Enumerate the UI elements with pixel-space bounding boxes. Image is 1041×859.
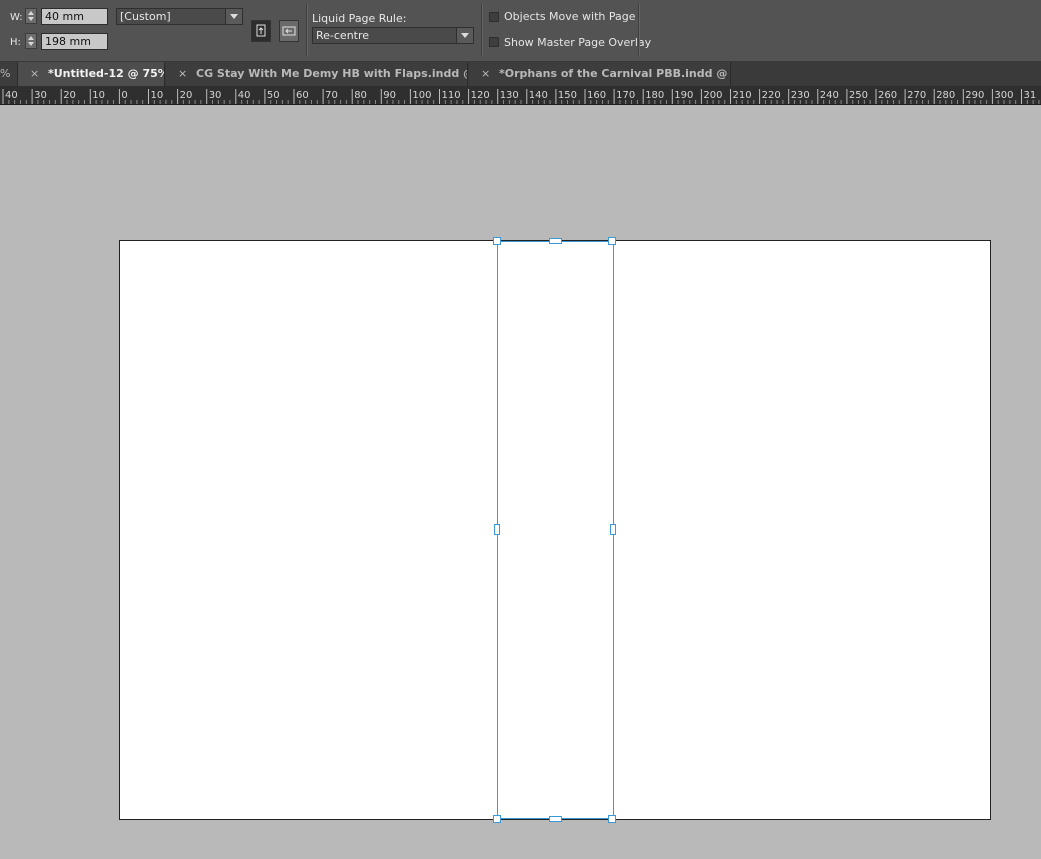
width-field[interactable]: 40 mm (41, 8, 108, 25)
ruler-ticks: 40 30 20 10 0 10 20 30 40 50 60 70 80 90 100 110 120 130 1… (2, 89, 1040, 104)
tab-partial[interactable]: % (0, 62, 18, 86)
ruler-label: 290 (965, 90, 984, 101)
portrait-orientation-button[interactable] (251, 20, 271, 42)
ruler-label: 170 (616, 90, 635, 101)
ruler-label: 50 (267, 90, 280, 101)
height-field[interactable]: 198 mm (41, 33, 108, 50)
ruler-label: 250 (849, 90, 868, 101)
ruler-label: 10 (92, 90, 105, 101)
resize-handle-bottom-middle[interactable] (549, 816, 562, 822)
ruler-label: 120 (471, 90, 490, 101)
ruler-label: 300 (994, 90, 1013, 101)
document-tab-bar: % × *Untitled-12 @ 75% × CG Stay With Me… (0, 62, 1041, 86)
liquid-page-rule-value: Re-centre (316, 29, 370, 42)
page-size-dropdown[interactable]: [Custom] (116, 8, 243, 25)
resize-handle-top-right[interactable] (608, 237, 616, 245)
ruler-label: 180 (645, 90, 664, 101)
ruler-label: 20 (63, 90, 76, 101)
tab-label: CG Stay With Me Demy HB with Flaps.indd … (196, 67, 467, 80)
ruler-label: 270 (907, 90, 926, 101)
objects-move-label: Objects Move with Page (504, 10, 636, 23)
ruler-label: 20 (180, 90, 193, 101)
resize-handle-bottom-left[interactable] (493, 815, 501, 823)
ruler-label: 31 (1024, 90, 1037, 101)
resize-handle-top-left[interactable] (493, 237, 501, 245)
ruler-label: 80 (354, 90, 367, 101)
ruler-label: 200 (703, 90, 722, 101)
ruler-label: 40 (238, 90, 251, 101)
tab-label: *Untitled-12 @ 75% (48, 67, 165, 80)
ruler-label: 110 (442, 90, 461, 101)
ruler-label: 230 (791, 90, 810, 101)
ruler-label: 60 (296, 90, 309, 101)
selected-page-frame[interactable] (497, 241, 614, 819)
chevron-down-icon (456, 28, 473, 43)
ruler-label: 240 (820, 90, 839, 101)
ruler-label: 160 (587, 90, 606, 101)
height-stepper[interactable] (25, 33, 37, 49)
master-overlay-checkbox[interactable] (489, 37, 499, 47)
liquid-page-rule-dropdown[interactable]: Re-centre (312, 27, 474, 44)
ruler-label: 30 (34, 90, 47, 101)
resize-handle-middle-left[interactable] (494, 524, 500, 535)
tab-cg-stay-with-me[interactable]: × CG Stay With Me Demy HB with Flaps.ind… (166, 62, 468, 86)
ruler-label: 130 (500, 90, 519, 101)
ruler-label: 150 (558, 90, 577, 101)
portrait-page-icon (256, 24, 266, 37)
horizontal-ruler[interactable]: 40 30 20 10 0 10 20 30 40 50 60 70 80 90 100 110 120 130 1… (0, 86, 1041, 105)
resize-handle-middle-right[interactable] (610, 524, 616, 535)
close-icon[interactable]: × (30, 62, 39, 86)
ruler-label: 260 (878, 90, 897, 101)
landscape-orientation-button[interactable] (279, 20, 299, 42)
ruler-label: 140 (529, 90, 548, 101)
ruler-label: 210 (733, 90, 752, 101)
tab-label: % (0, 67, 11, 80)
toolbar-divider (481, 4, 483, 56)
ruler-label: 90 (383, 90, 396, 101)
width-stepper[interactable] (25, 8, 37, 24)
landscape-page-icon (282, 26, 296, 36)
resize-handle-bottom-right[interactable] (608, 815, 616, 823)
ruler-label: 280 (936, 90, 955, 101)
ruler-label: 70 (325, 90, 338, 101)
toolbar-divider (638, 4, 640, 56)
ruler-label: 100 (412, 90, 431, 101)
ruler-label: 30 (209, 90, 222, 101)
chevron-down-icon (225, 9, 242, 24)
width-label: W: (10, 12, 23, 23)
tab-orphans-of-the-carnival[interactable]: × *Orphans of the Carnival PBB.indd @ 12… (469, 62, 731, 86)
toolbar-divider (306, 4, 308, 56)
objects-move-checkbox[interactable] (489, 12, 499, 22)
page-size-value: [Custom] (120, 10, 171, 23)
master-overlay-label: Show Master Page Overlay (504, 36, 652, 49)
ruler-label: 220 (762, 90, 781, 101)
ruler-label: 10 (151, 90, 164, 101)
ruler-label: 40 (5, 90, 18, 101)
tab-label: *Orphans of the Carnival PBB.indd @ 123% (499, 67, 730, 80)
control-bar: W: 40 mm H: 198 mm [Custom] Liquid Page … (0, 0, 1041, 62)
liquid-page-rule-label: Liquid Page Rule: (312, 12, 407, 25)
height-label: H: (10, 37, 21, 48)
ruler-label: 0 (121, 90, 127, 101)
tab-untitled-12[interactable]: × *Untitled-12 @ 75% (18, 62, 165, 86)
close-icon[interactable]: × (178, 62, 187, 86)
close-icon[interactable]: × (481, 62, 490, 86)
resize-handle-top-middle[interactable] (549, 238, 562, 244)
ruler-label: 190 (674, 90, 693, 101)
